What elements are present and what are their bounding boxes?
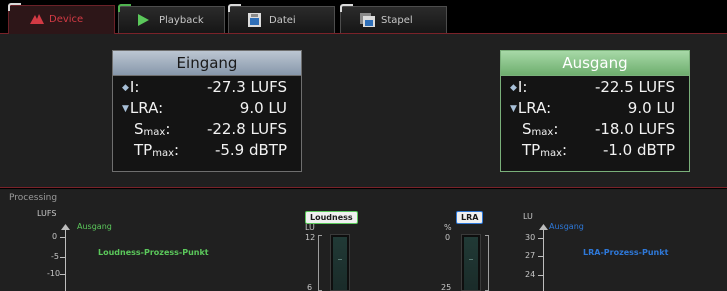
lra-meter-tick-0: 0	[445, 233, 451, 242]
lra-tick-1: 27	[525, 251, 536, 260]
processing-title: Processing	[9, 193, 58, 203]
output-tpmax-value: -1.0 dBTP	[602, 141, 675, 159]
output-lra-row: ▼LRA: 9.0 LU	[501, 97, 689, 118]
diamond-marker-icon: ◆	[122, 83, 129, 93]
lra-label: ▼LRA:	[122, 99, 164, 117]
tab-bar: Device Playback Datei Stapel	[0, 0, 727, 34]
output-smax-row: Smax: -18.0 LUFS	[501, 118, 689, 139]
triangle-marker-icon: ▼	[510, 104, 517, 114]
tab-flag-icon	[118, 4, 131, 12]
tab-device[interactable]: Device	[8, 3, 115, 34]
processing-panel: Processing LUFS 0 -5 -10 Ausgang Loudnes…	[0, 189, 727, 291]
lra-tick-2: 24	[525, 270, 536, 279]
lra-tick-mark	[538, 256, 543, 257]
lra-meter-fill	[464, 237, 478, 290]
loudness-graph-unit: LUFS	[37, 209, 57, 218]
output-integrated-value: -22.5 LUFS	[594, 78, 675, 96]
axis-arrow-icon	[61, 224, 70, 230]
tab-stapel[interactable]: Stapel	[340, 4, 447, 33]
input-tpmax-value: -5.9 dBTP	[214, 141, 287, 159]
file-icon	[248, 13, 261, 27]
tab-playback[interactable]: Playback	[118, 4, 225, 33]
meter-tick-mark	[338, 259, 342, 260]
loudness-tick-mark	[60, 237, 65, 238]
lra-meter-tick-1: 25	[441, 283, 452, 291]
lra-tick-mark	[538, 238, 543, 239]
input-box-title: Eingang	[113, 51, 301, 76]
lra-meter-unit: %	[444, 223, 452, 232]
tab-device-label: Device	[49, 14, 84, 25]
output-tpmax-row: TPmax: -1.0 dBTP	[501, 139, 689, 160]
input-meter-box: Eingang ◆I: -27.3 LUFS ▼LRA: 9.0 LU Smax…	[112, 50, 302, 172]
input-smax-row: Smax: -22.8 LUFS	[113, 118, 301, 139]
lra-series-label: Ausgang	[549, 222, 584, 231]
stack-icon	[360, 13, 375, 27]
tab-datei-label: Datei	[269, 15, 296, 26]
loudness-meter-tick-1: 6	[307, 283, 313, 291]
diamond-marker-icon: ◆	[510, 83, 517, 93]
tpmax-label: TPmax:	[134, 141, 180, 159]
tab-flag-icon	[8, 3, 21, 11]
triangle-marker-icon: ▼	[122, 104, 129, 114]
loudness-series-label: Ausgang	[77, 222, 112, 231]
axis-arrow-icon	[539, 224, 548, 230]
lra-meter-bracket	[485, 235, 489, 291]
loudness-meter-unit: LU	[305, 223, 315, 232]
tab-playback-label: Playback	[159, 15, 204, 26]
loudness-meter-fill	[333, 237, 347, 290]
meter-tick-mark	[469, 259, 473, 260]
output-meter-box: Ausgang ◆I: -22.5 LUFS ▼LRA: 9.0 LU Smax…	[500, 50, 690, 172]
tab-flag-icon	[340, 4, 353, 12]
loudness-graph-axis	[65, 227, 66, 291]
output-lra-value: 9.0 LU	[627, 99, 675, 117]
play-icon	[138, 14, 149, 26]
lra-graph-unit: LU	[523, 212, 533, 221]
loudness-tick-2: -10	[47, 269, 61, 278]
tab-stapel-label: Stapel	[381, 15, 413, 26]
loudness-tick-0: 0	[52, 232, 58, 241]
input-lra-row: ▼LRA: 9.0 LU	[113, 97, 301, 118]
lra-label: ▼LRA:	[510, 99, 552, 117]
input-smax-value: -22.8 LUFS	[206, 120, 287, 138]
input-integrated-value: -27.3 LUFS	[206, 78, 287, 96]
lra-process-point-label: LRA-Prozess-Punkt	[583, 248, 669, 257]
loudness-meter-bracket	[318, 235, 322, 291]
lra-tick-0: 30	[525, 233, 536, 242]
tab-datei[interactable]: Datei	[228, 4, 335, 33]
input-integrated-row: ◆I: -27.3 LUFS	[113, 76, 301, 97]
loudness-meter-bar	[330, 234, 350, 291]
tpmax-label: TPmax:	[522, 141, 568, 159]
tab-flag-icon	[228, 4, 241, 12]
lra-tick-mark	[538, 275, 543, 276]
input-lra-value: 9.0 LU	[239, 99, 287, 117]
smax-label: Smax:	[134, 120, 171, 138]
integrated-label: ◆I:	[510, 78, 528, 96]
loudness-tick-mark	[60, 274, 65, 275]
input-tpmax-row: TPmax: -5.9 dBTP	[113, 139, 301, 160]
lra-chip[interactable]: LRA	[456, 211, 484, 224]
smax-label: Smax:	[522, 120, 559, 138]
lra-graph-axis	[543, 227, 544, 291]
loudness-summary-panel: Eingang ◆I: -27.3 LUFS ▼LRA: 9.0 LU Smax…	[0, 33, 727, 188]
output-box-title: Ausgang	[501, 51, 689, 76]
loudness-tick-1: -5	[51, 252, 59, 261]
loudness-meter-tick-0: 12	[305, 233, 316, 242]
integrated-label: ◆I:	[122, 78, 140, 96]
loudness-process-point-label: Loudness-Prozess-Punkt	[98, 248, 209, 257]
lra-meter-bar	[461, 234, 481, 291]
loudness-tick-mark	[60, 257, 65, 258]
output-smax-value: -18.0 LUFS	[594, 120, 675, 138]
output-integrated-row: ◆I: -22.5 LUFS	[501, 76, 689, 97]
device-icon	[30, 14, 44, 24]
